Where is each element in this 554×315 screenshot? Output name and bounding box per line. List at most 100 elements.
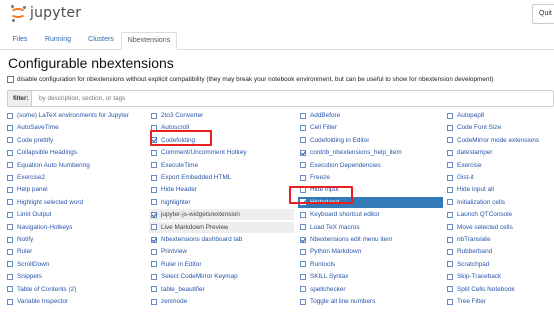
nbextension-item-hide-input-all[interactable]: Hide input all <box>447 184 494 195</box>
unchecked-checkbox-icon[interactable] <box>7 149 13 156</box>
nbextension-item-notify[interactable]: Notify <box>7 234 33 245</box>
nbextension-item-variable-inspector[interactable]: Variable Inspector <box>7 296 68 307</box>
nbextension-item-toggle-all-line-numbers[interactable]: Toggle all line numbers <box>300 296 375 307</box>
unchecked-checkbox-icon[interactable] <box>447 273 453 280</box>
nbextension-item-export-embedded-html[interactable]: Export Embedded HTML <box>151 172 231 183</box>
unchecked-checkbox-icon[interactable] <box>151 224 157 231</box>
unchecked-checkbox-icon[interactable] <box>300 286 306 293</box>
nbextension-item-scrolldown[interactable]: ScrollDown <box>7 259 49 270</box>
nbextension-item-gist-it[interactable]: Gist-it <box>447 172 474 183</box>
unchecked-checkbox-icon[interactable] <box>151 162 157 169</box>
checked-checkbox-icon[interactable] <box>151 236 157 243</box>
nbextension-item-codefolding-in-editor[interactable]: Codefolding in Editor <box>300 135 369 146</box>
unchecked-checkbox-icon[interactable] <box>300 137 306 144</box>
nbextension-item-runtools[interactable]: Runtools <box>300 259 335 270</box>
unchecked-checkbox-icon[interactable] <box>300 124 306 131</box>
nbextension-item-comment-uncomment-hotkey[interactable]: Comment/Uncomment Hotkey <box>151 147 247 158</box>
nbextension-item-snippets[interactable]: Snippets <box>7 271 42 282</box>
nbextension-item-execution-dependencies[interactable]: Execution Dependencies <box>300 160 381 171</box>
nbextension-item-some-latex-environments-for-jupyter[interactable]: (some) LaTeX environments for Jupyter <box>7 110 129 121</box>
nbextension-item-skill-syntax[interactable]: SKILL Syntax <box>300 271 348 282</box>
unchecked-checkbox-icon[interactable] <box>447 211 453 218</box>
unchecked-checkbox-icon[interactable] <box>300 112 306 119</box>
nbextension-item-move-selected-cells[interactable]: Move selected cells <box>447 222 513 233</box>
unchecked-checkbox-icon[interactable] <box>300 248 306 255</box>
unchecked-checkbox-icon[interactable] <box>447 286 453 293</box>
nbextension-item-ruler-in-editor[interactable]: Ruler in Editor <box>151 259 202 270</box>
nbextension-item-codefolding[interactable]: Codefolding <box>151 135 195 146</box>
unchecked-checkbox-icon[interactable] <box>7 137 13 144</box>
nbextension-item-skip-traceback[interactable]: Skip-Traceback <box>447 271 501 282</box>
nbextension-item-autoscroll[interactable]: Autoscroll <box>151 122 189 133</box>
nbextension-item-nbextensions-edit-menu-item[interactable]: Nbextensions edit menu item <box>300 234 392 245</box>
filter-input[interactable] <box>32 91 553 106</box>
unchecked-checkbox-icon[interactable] <box>300 273 306 280</box>
unchecked-checkbox-icon[interactable] <box>7 273 13 280</box>
unchecked-checkbox-icon[interactable] <box>151 124 157 131</box>
nbextension-item-hide-input[interactable]: Hide input <box>300 184 339 195</box>
checked-checkbox-icon[interactable] <box>300 236 306 243</box>
unchecked-checkbox-icon[interactable] <box>7 211 13 218</box>
unchecked-checkbox-icon[interactable] <box>447 261 453 268</box>
jupyter-logo[interactable]: jupyter <box>8 3 81 23</box>
nbextension-item-rubberband[interactable]: Rubberband <box>447 246 492 257</box>
nbextension-item-highlighter[interactable]: highlighter <box>151 197 191 208</box>
unchecked-checkbox-icon[interactable] <box>300 162 306 169</box>
unchecked-checkbox-icon[interactable] <box>447 236 453 243</box>
nbextension-item-codemirror-mode-extensions[interactable]: CodeMirror mode extensions <box>447 135 539 146</box>
unchecked-checkbox-icon[interactable] <box>447 224 453 231</box>
unchecked-checkbox-icon[interactable] <box>151 248 157 255</box>
nbextension-item-tree-filter[interactable]: Tree Filter <box>447 296 486 307</box>
nbextension-item-table-beautifier[interactable]: table_beautifier <box>151 284 205 295</box>
nbextension-item-datestamper[interactable]: datestamper <box>447 147 493 158</box>
unchecked-checkbox-icon[interactable] <box>151 112 157 119</box>
tab-nbextensions[interactable]: Nbextensions <box>121 32 177 50</box>
checked-checkbox-icon[interactable] <box>300 199 306 206</box>
nbextension-item-contrib-nbextensions-help-item[interactable]: contrib_nbextensions_help_item <box>300 147 402 158</box>
checked-checkbox-icon[interactable] <box>151 211 157 218</box>
unchecked-checkbox-icon[interactable] <box>7 174 13 181</box>
nbextension-item-code-prettify[interactable]: Code prettify <box>7 135 53 146</box>
unchecked-checkbox-icon[interactable] <box>447 162 453 169</box>
nbextension-item-equation-auto-numbering[interactable]: Equation Auto Numbering <box>7 160 90 171</box>
unchecked-checkbox-icon[interactable] <box>447 124 453 131</box>
nbextension-item-cell-filter[interactable]: Cell Filter <box>300 122 337 133</box>
nbextension-item-select-codemirror-keymap[interactable]: Select CodeMirror Keymap <box>151 271 238 282</box>
nbextension-item-exercise[interactable]: Exercise <box>447 160 482 171</box>
nbextension-item-ruler[interactable]: Ruler <box>7 246 32 257</box>
unchecked-checkbox-icon[interactable] <box>447 199 453 206</box>
unchecked-checkbox-icon[interactable] <box>300 211 306 218</box>
nbextension-item-limit-output[interactable]: Limit Output <box>7 209 51 220</box>
nbextension-item-2to3-converter[interactable]: 2to3 Converter <box>151 110 203 121</box>
nbextension-item-navigation-hotkeys[interactable]: Navigation-Hotkeys <box>7 222 72 233</box>
unchecked-checkbox-icon[interactable] <box>300 174 306 181</box>
checked-checkbox-icon[interactable] <box>151 137 157 144</box>
unchecked-checkbox-icon[interactable] <box>7 236 13 243</box>
unchecked-checkbox-icon[interactable] <box>7 298 13 305</box>
nbextension-item-initialization-cells[interactable]: Initialization cells <box>447 197 505 208</box>
unchecked-checkbox-icon[interactable] <box>151 186 157 193</box>
nbextension-item-hide-header[interactable]: Hide Header <box>151 184 197 195</box>
tab-running[interactable]: Running <box>43 32 73 50</box>
nbextension-item-nbtranslate[interactable]: nbTranslate <box>447 234 491 245</box>
nbextension-item-printview[interactable]: Printview <box>151 246 187 257</box>
nbextension-item-executetime[interactable]: ExecuteTime <box>151 160 198 171</box>
nbextension-item-keyboard-shortcut-editor[interactable]: Keyboard shortcut editor <box>300 209 380 220</box>
unchecked-checkbox-icon[interactable] <box>151 149 157 156</box>
unchecked-checkbox-icon[interactable] <box>151 286 157 293</box>
nbextension-item-collapsible-headings[interactable]: Collapsible Headings <box>7 147 77 158</box>
unchecked-checkbox-icon[interactable] <box>447 186 453 193</box>
nbextension-item-help-panel[interactable]: Help panel <box>7 184 48 195</box>
unchecked-checkbox-icon[interactable] <box>447 112 453 119</box>
nbextension-item-autosavetime[interactable]: AutoSaveTime <box>7 122 59 133</box>
unchecked-checkbox-icon[interactable] <box>151 174 157 181</box>
nbextension-item-nbextensions-dashboard-tab[interactable]: Nbextensions dashboard tab <box>151 234 242 245</box>
unchecked-checkbox-icon[interactable] <box>151 273 157 280</box>
unchecked-checkbox-icon[interactable] <box>7 186 13 193</box>
nbextension-item-live-markdown-preview[interactable]: Live Markdown Preview <box>149 221 294 233</box>
unchecked-checkbox-icon[interactable] <box>7 162 13 169</box>
unchecked-checkbox-icon[interactable] <box>7 112 13 119</box>
tab-files[interactable]: Files <box>8 32 32 50</box>
nbextension-item-zenmode[interactable]: zenmode <box>151 296 187 307</box>
unchecked-checkbox-icon[interactable] <box>447 149 453 156</box>
